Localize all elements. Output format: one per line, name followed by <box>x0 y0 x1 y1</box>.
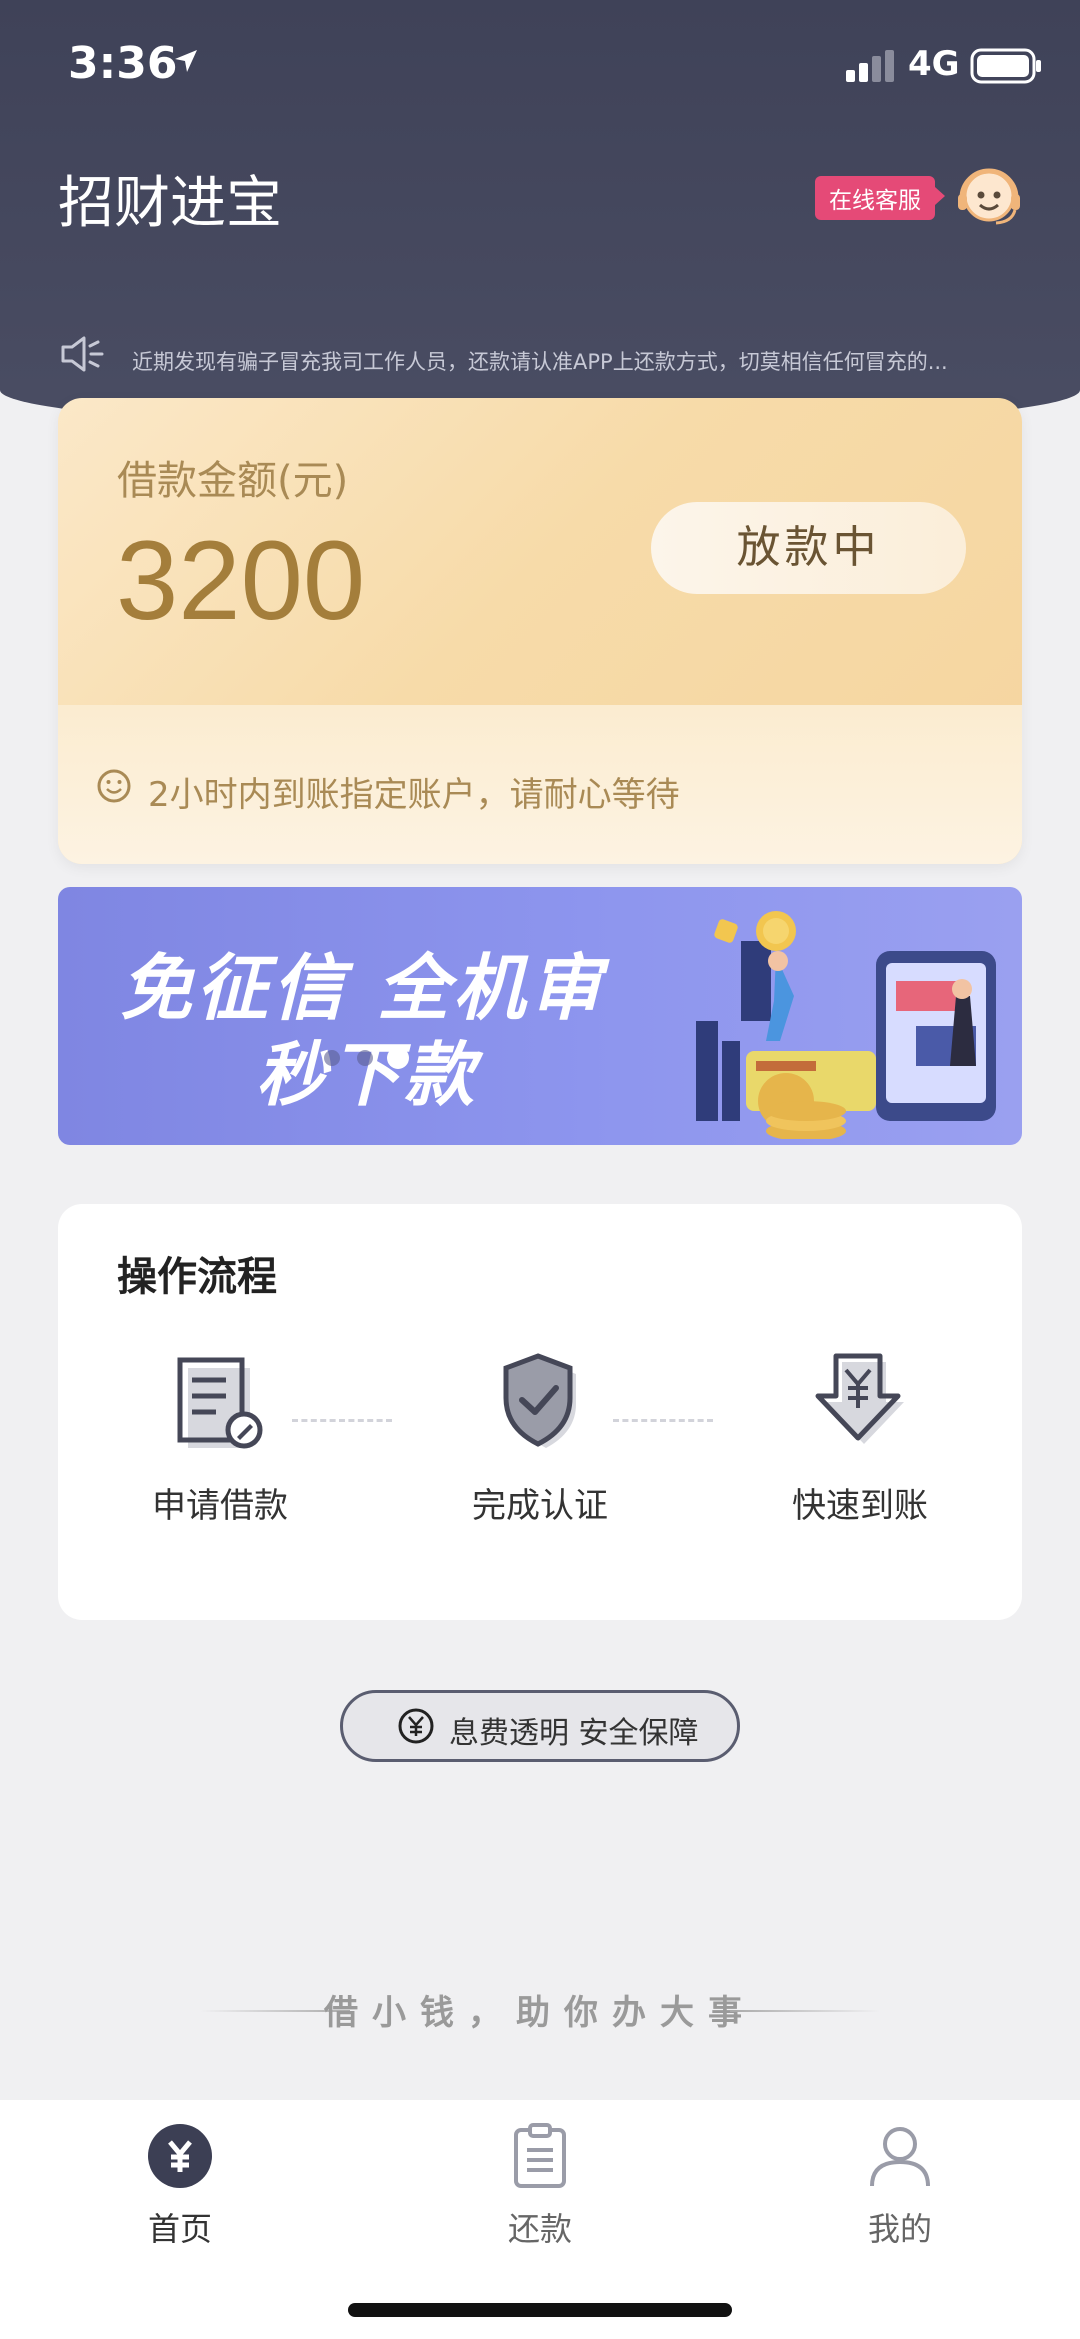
banner-illustration <box>696 911 996 1139</box>
loan-note: 2小时内到账指定账户，请耐心等待 <box>148 775 680 815</box>
tab-home[interactable]: 首页 <box>90 2122 270 2250</box>
tab-label: 我的 <box>867 2210 932 2248</box>
clipboard-icon <box>514 2123 566 2188</box>
battery-icon <box>970 48 1041 84</box>
yuan-arrow-down-icon <box>815 1353 904 1444</box>
loan-amount-value: 3200 <box>116 518 366 643</box>
network-type: 4G <box>908 44 960 84</box>
slogan: 借小钱，助你办大事 <box>200 1985 880 2035</box>
slogan-divider-right <box>730 2010 880 2012</box>
yuan-circle-icon <box>398 1708 434 1744</box>
trust-label: 息费透明 安全保障 <box>449 1716 699 1751</box>
step-label: 完成认证 <box>472 1486 608 1526</box>
tab-label: 还款 <box>507 2210 572 2248</box>
banner-dot-3[interactable] <box>387 1047 409 1069</box>
step-receive[interactable]: 快速到账 <box>740 1352 980 1527</box>
app-title: 招财进宝 <box>58 171 282 236</box>
loan-status-button[interactable]: 放款中 <box>651 502 966 594</box>
home-indicator <box>348 2303 732 2317</box>
tab-mine[interactable]: 我的 <box>810 2122 990 2250</box>
loan-amount-label: 借款金额(元) <box>117 458 349 504</box>
status-time: 3:36 <box>68 38 178 89</box>
document-edit-icon <box>177 1357 263 1449</box>
tab-repay[interactable]: 还款 <box>450 2122 630 2250</box>
step-label: 快速到账 <box>792 1486 928 1526</box>
promo-banner[interactable]: 免征信 全机审 秒下款 <box>58 887 1022 1145</box>
speaker-icon <box>61 336 104 372</box>
customer-service-badge[interactable]: 在线客服 <box>815 176 945 220</box>
process-title: 操作流程 <box>117 1254 277 1300</box>
status-bar: 3:36 4G <box>0 0 1080 130</box>
step-apply-loan[interactable]: 申请借款 <box>100 1352 340 1527</box>
loan-card: 借款金额(元) 3200 放款中 2小时内到账指定账户，请耐心等待 <box>58 398 1022 864</box>
banner-dot-2[interactable] <box>357 1050 373 1066</box>
banner-subheadline: 秒下款 <box>256 1034 478 1116</box>
loan-note-area: 2小时内到账指定账户，请耐心等待 <box>58 705 1022 864</box>
process-card: 操作流程 申请借款 完成认证 快速到账 <box>58 1204 1022 1620</box>
step-verify[interactable]: 完成认证 <box>420 1352 660 1527</box>
smile-icon <box>97 769 131 803</box>
yuan-circle-icon <box>148 2124 212 2188</box>
banner-dot-1[interactable] <box>324 1050 340 1066</box>
shield-check-icon <box>503 1353 576 1448</box>
user-icon <box>870 2127 930 2187</box>
signal-icon <box>846 50 894 82</box>
step-label: 申请借款 <box>152 1486 288 1526</box>
trust-badge[interactable]: 息费透明 安全保障 <box>340 1690 740 1762</box>
customer-service-icon[interactable] <box>952 160 1026 234</box>
tab-label: 首页 <box>147 2210 212 2248</box>
notice-text[interactable]: 近期发现有骗子冒充我司工作人员，还款请认准APP上还款方式，切莫相信任何冒充的.… <box>132 346 992 376</box>
location-arrow-icon <box>175 50 197 72</box>
